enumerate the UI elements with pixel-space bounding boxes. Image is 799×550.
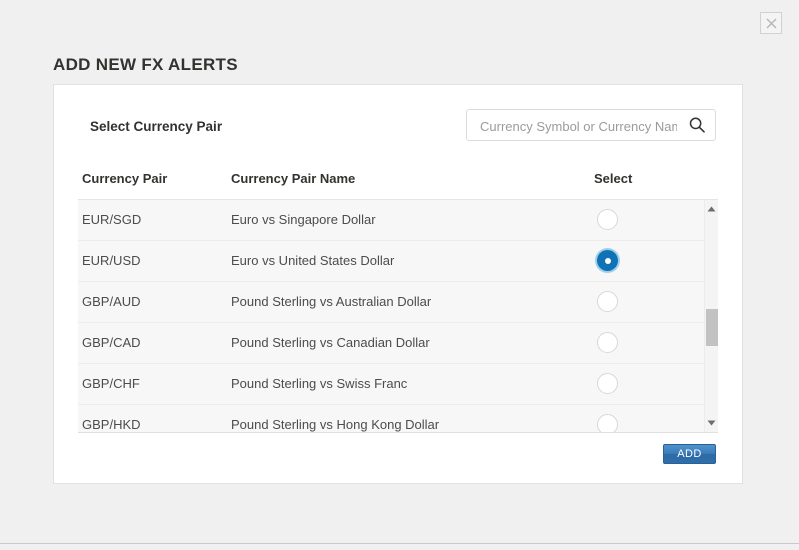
select-currency-pair-label: Select Currency Pair [90, 119, 223, 134]
cell-currency-pair-name: Pound Sterling vs Australian Dollar [231, 294, 432, 309]
scroll-down-arrow-icon[interactable] [705, 416, 718, 430]
column-header-currency-pair: Currency Pair [82, 171, 168, 186]
table-row[interactable]: EUR/SGD Euro vs Singapore Dollar [78, 200, 704, 241]
cell-currency-pair-name: Pound Sterling vs Hong Kong Dollar [231, 417, 440, 432]
cell-currency-pair: EUR/USD [82, 253, 141, 268]
table-row[interactable]: GBP/CHF Pound Sterling vs Swiss Franc [78, 364, 704, 405]
add-button[interactable]: ADD [663, 444, 716, 464]
cell-currency-pair: EUR/SGD [82, 212, 142, 227]
table-row[interactable]: GBP/HKD Pound Sterling vs Hong Kong Doll… [78, 405, 704, 432]
column-header-select: Select [594, 171, 633, 186]
table-row[interactable]: EUR/USD Euro vs United States Dollar [78, 241, 704, 282]
close-icon [766, 18, 777, 29]
search-icon[interactable] [688, 116, 706, 134]
page-bottom-divider [0, 543, 799, 544]
table-row[interactable]: GBP/AUD Pound Sterling vs Australian Dol… [78, 282, 704, 323]
cell-currency-pair: GBP/HKD [82, 417, 141, 432]
select-radio-eur-sgd[interactable] [597, 209, 618, 230]
card-content: Select Currency Pair Currency Pair Curre… [78, 85, 718, 483]
cell-currency-pair-name: Euro vs United States Dollar [231, 253, 395, 268]
close-window-button[interactable] [760, 12, 782, 34]
select-radio-gbp-aud[interactable] [597, 291, 618, 312]
cell-currency-pair: GBP/AUD [82, 294, 141, 309]
scrollbar-thumb[interactable] [706, 309, 718, 346]
select-radio-gbp-hkd[interactable] [597, 414, 618, 432]
table-header-row: Currency Pair Currency Pair Name Select [78, 163, 718, 200]
select-radio-gbp-chf[interactable] [597, 373, 618, 394]
panel-header: Select Currency Pair [78, 109, 718, 155]
cell-currency-pair: GBP/CHF [82, 376, 140, 391]
page-title: ADD NEW FX ALERTS [53, 55, 238, 74]
currency-search-box[interactable] [466, 109, 716, 142]
table-rows: EUR/SGD Euro vs Singapore Dollar EUR/USD… [78, 200, 704, 432]
cell-currency-pair-name: Pound Sterling vs Swiss Franc [231, 376, 408, 391]
add-fx-alerts-card: Select Currency Pair Currency Pair Curre… [53, 84, 743, 484]
table-row[interactable]: GBP/CAD Pound Sterling vs Canadian Dolla… [78, 323, 704, 364]
cell-currency-pair-name: Euro vs Singapore Dollar [231, 212, 376, 227]
scroll-up-arrow-icon[interactable] [705, 202, 718, 216]
cell-currency-pair: GBP/CAD [82, 335, 141, 350]
select-radio-gbp-cad[interactable] [597, 332, 618, 353]
currency-pair-table: Currency Pair Currency Pair Name Select … [78, 163, 718, 443]
table-rows-viewport: EUR/SGD Euro vs Singapore Dollar EUR/USD… [78, 200, 718, 433]
column-header-currency-pair-name: Currency Pair Name [231, 171, 356, 186]
table-scrollbar[interactable] [704, 200, 718, 432]
cell-currency-pair-name: Pound Sterling vs Canadian Dollar [231, 335, 430, 350]
search-input[interactable] [478, 110, 679, 142]
select-radio-eur-usd[interactable] [597, 250, 618, 271]
card-footer: ADD [78, 443, 718, 483]
